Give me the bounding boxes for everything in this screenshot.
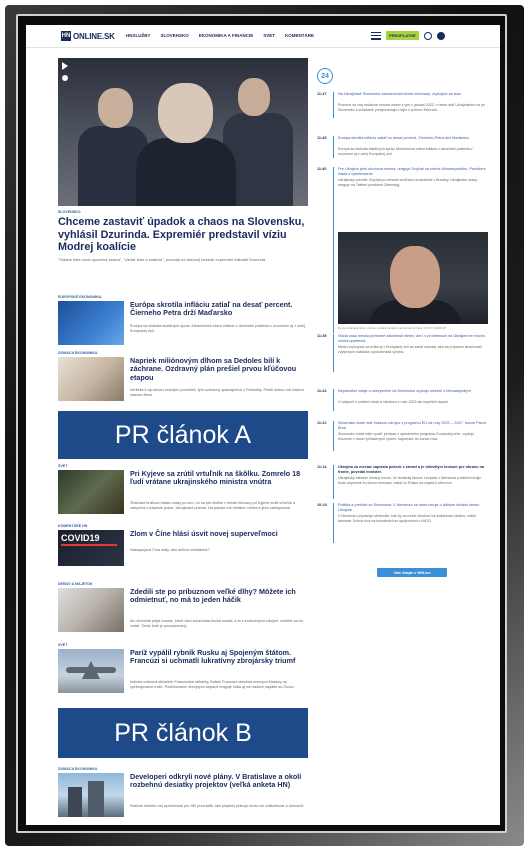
article-tag[interactable]: KOMENTÁRE HN	[58, 524, 87, 528]
live-item[interactable]: 11:45 Európa skrotila infláciu zatiaľ na…	[317, 136, 489, 162]
article-thumbnail[interactable]	[58, 649, 124, 693]
nav-item-komentare[interactable]: KOMENTÁRE	[285, 33, 314, 38]
search-icon[interactable]	[423, 31, 432, 40]
article-thumbnail[interactable]	[58, 588, 124, 632]
live-desc: Ukrajinský minister obrany hovorí, že do…	[338, 476, 482, 485]
article-thumbnail[interactable]	[58, 773, 124, 817]
article-desc: Európa sa dočkala stabilných správ. Medz…	[130, 324, 305, 333]
article-item[interactable]: DOMÁCA EKONOMIKA Developeri odkryli nové…	[58, 767, 308, 825]
live-title[interactable]: Pre Ukrajinu jeho utorňová zmena, reaguj…	[338, 167, 488, 177]
article-desc: Indická vzdušná stíhačiek Francúzske stí…	[130, 680, 295, 689]
article-thumbnail[interactable]	[58, 301, 124, 345]
live-item[interactable]: 11:14 Ukrajina za mesiac zapísala pokrok…	[317, 465, 489, 501]
logo-mark: HN	[61, 31, 71, 41]
live-desc: Slovensko môže ešte využiť peniaze z ope…	[338, 432, 475, 441]
article-desc: Ak nechcete prijať imanie, ktoré vám zan…	[130, 619, 303, 628]
nav-item-svet[interactable]: SVET	[263, 33, 275, 38]
article-tag[interactable]: SVET	[58, 643, 67, 647]
live-time: 11:35	[317, 334, 327, 338]
live-feed-header[interactable]: 24	[317, 68, 333, 84]
live-title[interactable]: Európa skrotila infláciu zatiaľ na desať…	[338, 136, 488, 141]
hero-subtitle: "Vládne ešte nová opozičná strana", "Ukr…	[58, 257, 267, 262]
article-title[interactable]: Zdedili ste po príbuznom veľké dlhy? Môž…	[130, 587, 308, 605]
live-time: 11:45	[317, 136, 327, 140]
nav-menu: HNSLUŽBY SLOVENSKO EKONOMIKA A FINANCIE …	[126, 33, 314, 38]
live-title[interactable]: Na Ukrajinské Slovensko zaznamenali strm…	[338, 92, 488, 97]
article-title[interactable]: Developeri odkryli nové plány. V Bratisl…	[130, 772, 308, 790]
more-live-button[interactable]: Viac čítajte v HNLive	[377, 568, 447, 577]
live-time: 10:24	[317, 503, 327, 507]
article-title[interactable]: Pri Kyjeve sa zrútil vrtuľník na škôlku.…	[130, 469, 308, 487]
live-photo[interactable]	[338, 232, 488, 324]
article-title[interactable]: Napriek miliónovým dlhom sa Dedoles bilí…	[130, 356, 308, 382]
article-desc: Veritelia k výrobcovi veselých ponožiek,…	[130, 388, 304, 397]
article-tag[interactable]: EUROPSKÉ EKONOMIKA	[58, 295, 102, 299]
article-item[interactable]: EUROPSKÉ EKONOMIKA Európa skrotila inflá…	[58, 295, 308, 350]
article-thumbnail[interactable]	[58, 470, 124, 514]
live-24-icon: 24	[317, 68, 333, 84]
article-item[interactable]: DOMÁCA EKONOMIKA Napriek miliónovým dlho…	[58, 351, 308, 406]
live-title[interactable]: Nepravdivé údaje s ubezpečení na Slovens…	[338, 389, 488, 394]
article-thumbnail[interactable]	[58, 357, 124, 401]
article-tag[interactable]: SVET	[58, 464, 67, 468]
nav-actions: PREDPLATNÉ	[371, 31, 445, 40]
article-desc: Sektore šemitúr nej spoločností pre HN p…	[130, 804, 305, 808]
user-icon[interactable]	[436, 31, 445, 40]
subscribe-button[interactable]: PREDPLATNÉ	[386, 31, 419, 40]
live-title[interactable]: Vláda zasa minula prebrané záležitosti n…	[338, 334, 488, 344]
live-time: 11:22	[317, 421, 327, 425]
site-logo[interactable]: HN ONLINE.SK	[61, 31, 115, 41]
article-title[interactable]: Paríž vypálil rybník Rusku aj Spojeným š…	[130, 648, 308, 666]
thumbnail-label: COVID19	[61, 533, 100, 543]
article-desc: Nastupujúca Čína stály, ako anihne ebúrt…	[130, 548, 210, 552]
article-title[interactable]: Zlom v Číne hlási úsvit novej superveľmo…	[130, 529, 308, 538]
nav-item-hnsluzby[interactable]: HNSLUŽBY	[126, 33, 151, 38]
photo-caption: Denys Monastyrskyj, minister vnútra Ukra…	[338, 326, 447, 330]
article-item[interactable]: DEŇOV A MAJETOK Zdedili ste po príbuznom…	[58, 582, 308, 642]
live-desc: V údajoch o ustálení časti a náčrtoch v …	[338, 400, 449, 404]
live-item[interactable]: 11:40 Pre Ukrajinu jeho utorňová zmena, …	[317, 167, 489, 333]
live-time: 11:14	[317, 465, 327, 469]
live-item[interactable]: 11:22 Slovensko bude mať čoskoro zdrojov…	[317, 421, 489, 455]
live-time: 11:40	[317, 167, 327, 171]
article-tag[interactable]: DOMÁCA EKONOMIKA	[58, 767, 97, 771]
live-title[interactable]: Slovensko bude mať čoskoro zdrojov z pro…	[338, 421, 488, 431]
article-title[interactable]: Európa skrotila infláciu zatiaľ na desať…	[130, 300, 308, 318]
live-desc: Európa sa dočkala stabilných správ. Medz…	[338, 147, 473, 156]
article-thumbnail[interactable]: COVID19	[58, 530, 124, 566]
hero-image[interactable]	[58, 58, 308, 206]
article-tag[interactable]: DEŇOV A MAJETOK	[58, 582, 93, 586]
top-navigation: HN ONLINE.SK HNSLUŽBY SLOVENSKO EKONOMIK…	[26, 25, 500, 48]
article-item[interactable]: SVET Pri Kyjeve sa zrútil vrtuľník na šk…	[58, 464, 308, 524]
article-desc: Šestnásť hrdinovi hlásia úrady po tom, č…	[130, 501, 296, 510]
pr-article-banner-b[interactable]: PR článok B	[58, 708, 308, 758]
nav-item-ekonomika[interactable]: EKONOMIKA A FINANCIE	[199, 33, 254, 38]
hero-title[interactable]: Chceme zastaviť úpadok a chaos na Sloven…	[58, 216, 308, 254]
camera-icon	[62, 75, 68, 81]
play-icon[interactable]	[62, 62, 68, 70]
hero-tag[interactable]: SLOVENSKO	[58, 210, 81, 214]
live-item[interactable]: 11:24 Nepravdivé údaje s ubezpečení na S…	[317, 389, 489, 413]
live-time: 11:47	[317, 92, 327, 96]
live-time: 11:24	[317, 389, 327, 393]
article-item[interactable]: KOMENTÁRE HN COVID19 Zlom v Číne hlási ú…	[58, 524, 308, 574]
live-item[interactable]: 11:35 Vláda zasa minula prebrané záležit…	[317, 334, 489, 374]
pr-article-banner-a[interactable]: PR článok A	[58, 411, 308, 459]
live-desc: Medzi zvyšujúce sa riziká aj v Európskej…	[338, 345, 482, 354]
live-item[interactable]: 11:47 Na Ukrajinské Slovensko zaznamenal…	[317, 92, 489, 120]
article-tag[interactable]: DOMÁCA EKONOMIKA	[58, 351, 97, 355]
live-desc: Pozorne sa vraj nedávna hrozba umelo s t…	[338, 103, 485, 112]
live-title[interactable]: Ukrajina za mesiac zapísala pokrok v zbr…	[338, 465, 488, 475]
live-title[interactable]: Politika a prehľad zo Slovenska: V Nemec…	[338, 503, 488, 513]
screen: HN ONLINE.SK HNSLUŽBY SLOVENSKO EKONOMIK…	[26, 25, 500, 825]
live-item[interactable]: 10:24 Politika a prehľad zo Slovenska: V…	[317, 503, 489, 547]
logo-text: ONLINE.SK	[73, 31, 115, 41]
live-desc: V Nemecku pripravujú stretnutie, kde by …	[338, 514, 476, 523]
article-item[interactable]: SVET Paríž vypálil rybník Rusku aj Spoje…	[58, 643, 308, 705]
nav-item-slovensko[interactable]: SLOVENSKO	[161, 33, 189, 38]
live-desc: Ukrajinský premiér Zmyhal po nehode vrtu…	[338, 178, 478, 187]
menu-icon[interactable]	[371, 31, 381, 40]
